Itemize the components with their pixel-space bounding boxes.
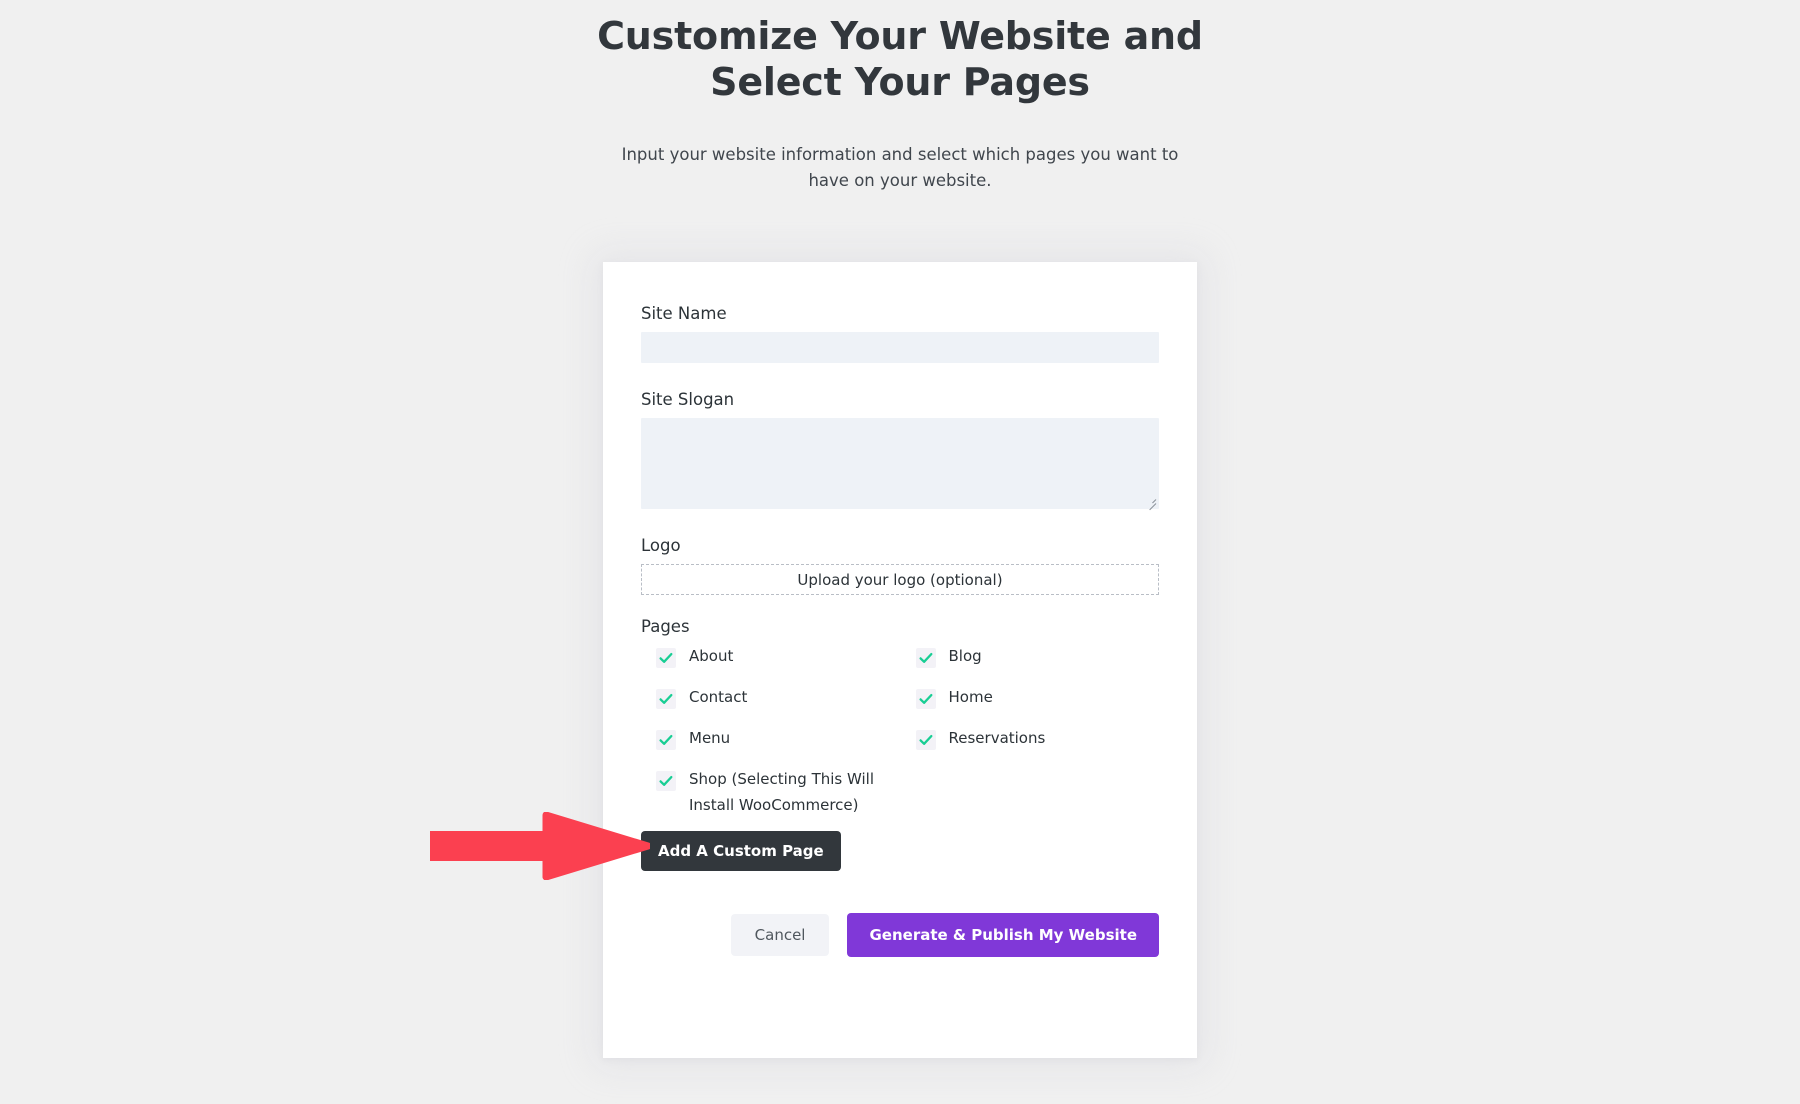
checkbox-checked-icon[interactable] — [656, 689, 676, 709]
customize-card-wrapper: Site Name Site Slogan Logo Upload your l… — [603, 262, 1197, 1058]
page-option-home[interactable]: Home — [915, 687, 1160, 728]
site-slogan-textarea[interactable] — [641, 418, 1159, 509]
pages-field-group: Pages About Blog Contact Home Menu Reser… — [641, 617, 1159, 871]
page-option-label: Menu — [689, 729, 731, 747]
logo-upload-button[interactable]: Upload your logo (optional) — [641, 564, 1159, 595]
generate-publish-button[interactable]: Generate & Publish My Website — [847, 912, 1159, 957]
site-name-field-group: Site Name — [641, 304, 1159, 363]
page-option-about[interactable]: About — [656, 646, 900, 687]
customize-form-card: Site Name Site Slogan Logo Upload your l… — [603, 262, 1197, 1058]
add-custom-page-button[interactable]: Add A Custom Page — [641, 830, 841, 871]
pages-checkbox-grid: About Blog Contact Home Menu Reservation… — [641, 646, 1159, 819]
site-slogan-textarea-holder — [641, 418, 1159, 511]
page-root: Customize Your Website and Select Your P… — [0, 0, 1800, 1104]
card-footer-actions: Cancel Generate & Publish My Website — [641, 912, 1159, 1005]
checkbox-checked-icon[interactable] — [656, 648, 676, 668]
page-option-label: Shop (Selecting This Will Install WooCom… — [689, 770, 875, 814]
site-slogan-field-group: Site Slogan — [641, 390, 1159, 511]
page-option-reservations[interactable]: Reservations — [915, 728, 1160, 769]
page-option-blog[interactable]: Blog — [915, 646, 1160, 687]
cancel-button[interactable]: Cancel — [730, 913, 830, 956]
page-option-label: Contact — [689, 688, 748, 706]
site-name-input[interactable] — [641, 332, 1159, 363]
page-title: Customize Your Website and Select Your P… — [597, 14, 1203, 104]
checkbox-checked-icon[interactable] — [656, 771, 676, 791]
checkbox-checked-icon[interactable] — [915, 730, 936, 750]
checkbox-checked-icon[interactable] — [656, 730, 676, 750]
checkbox-checked-icon[interactable] — [915, 648, 936, 668]
checkbox-checked-icon[interactable] — [915, 689, 936, 709]
site-name-label: Site Name — [641, 304, 727, 323]
page-option-label: Blog — [948, 647, 982, 665]
page-option-label: Reservations — [948, 729, 1046, 747]
logo-field-group: Logo Upload your logo (optional) — [641, 536, 1159, 595]
site-slogan-label: Site Slogan — [641, 390, 735, 409]
page-option-label: Home — [948, 688, 993, 706]
logo-label: Logo — [641, 536, 681, 555]
page-option-contact[interactable]: Contact — [656, 687, 900, 728]
page-option-shop[interactable]: Shop (Selecting This Will Install WooCom… — [656, 769, 900, 819]
page-option-menu[interactable]: Menu — [656, 728, 900, 769]
page-header: Customize Your Website and Select Your P… — [0, 0, 1800, 194]
page-subtitle: Input your website information and selec… — [621, 144, 1179, 190]
pages-label: Pages — [641, 617, 690, 636]
page-option-label: About — [689, 647, 734, 665]
